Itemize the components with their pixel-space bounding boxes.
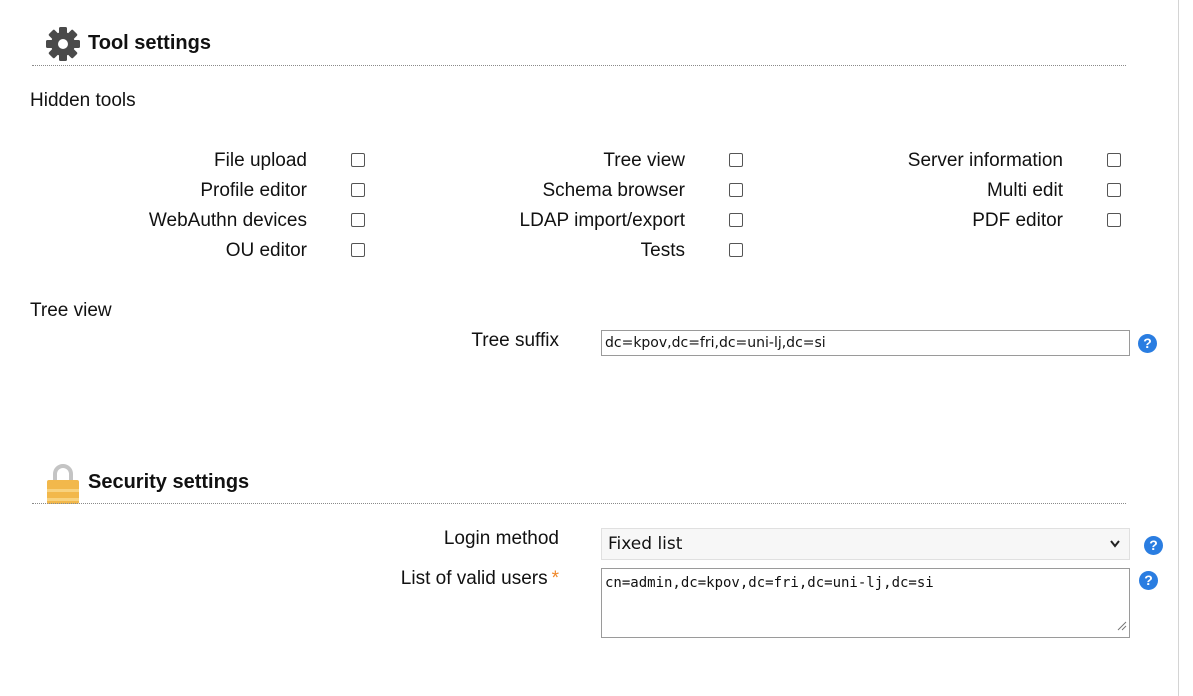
tree-view-group-label: Tree view	[30, 300, 112, 321]
ldap-import-export-label: LDAP import/export	[519, 210, 685, 231]
valid-users-textarea[interactable]: cn=admin,dc=kpov,dc=fri,dc=uni-lj,dc=si	[601, 568, 1130, 638]
webauthn-devices-label: WebAuthn devices	[148, 210, 307, 231]
valid-users-help-icon[interactable]: ?	[1139, 571, 1158, 590]
login-method-help-icon[interactable]: ?	[1144, 536, 1163, 555]
ldap-import-export-checkbox[interactable]	[729, 213, 743, 227]
schema-browser-label: Schema browser	[542, 180, 685, 201]
required-marker: *	[551, 568, 559, 589]
tree-suffix-input[interactable]: dc=kpov,dc=fri,dc=uni-lj,dc=si	[601, 330, 1130, 356]
tree-suffix-label: Tree suffix	[471, 330, 559, 351]
resize-handle-icon[interactable]	[1117, 619, 1127, 635]
ou-editor-checkbox[interactable]	[351, 243, 365, 257]
tests-checkbox[interactable]	[729, 243, 743, 257]
schema-browser-checkbox[interactable]	[729, 183, 743, 197]
tests-label: Tests	[640, 240, 685, 261]
login-method-select[interactable]: Fixed list	[601, 528, 1130, 560]
server-information-label: Server information	[907, 150, 1063, 171]
server-information-checkbox[interactable]	[1107, 153, 1121, 167]
pdf-editor-label: PDF editor	[972, 210, 1063, 231]
valid-users-value: cn=admin,dc=kpov,dc=fri,dc=uni-lj,dc=si	[605, 575, 934, 591]
multi-edit-label: Multi edit	[986, 180, 1063, 201]
ou-editor-label: OU editor	[225, 240, 307, 261]
security-settings-divider	[32, 503, 1126, 504]
file-upload-checkbox[interactable]	[351, 153, 365, 167]
tree-view-checkbox[interactable]	[729, 153, 743, 167]
login-method-label: Login method	[443, 528, 559, 549]
webauthn-devices-checkbox[interactable]	[351, 213, 365, 227]
file-upload-label: File upload	[214, 150, 307, 171]
tree-suffix-help-icon[interactable]: ?	[1138, 334, 1157, 353]
profile-editor-label: Profile editor	[200, 180, 307, 201]
pdf-editor-checkbox[interactable]	[1107, 213, 1121, 227]
valid-users-label: List of valid users *	[401, 568, 559, 590]
chevron-down-icon	[1109, 529, 1121, 569]
gear-icon	[45, 26, 81, 62]
page-right-border	[1178, 0, 1179, 696]
multi-edit-checkbox[interactable]	[1107, 183, 1121, 197]
login-method-selected: Fixed list	[608, 534, 683, 554]
lock-icon	[46, 463, 80, 505]
tree-view-tool-label: Tree view	[603, 150, 685, 171]
security-settings-title: Security settings	[88, 471, 250, 493]
profile-editor-checkbox[interactable]	[351, 183, 365, 197]
tool-settings-divider	[32, 65, 1126, 66]
valid-users-label-text: List of valid users	[400, 568, 548, 589]
hidden-tools-label: Hidden tools	[30, 90, 136, 111]
tool-settings-title: Tool settings	[88, 32, 211, 54]
